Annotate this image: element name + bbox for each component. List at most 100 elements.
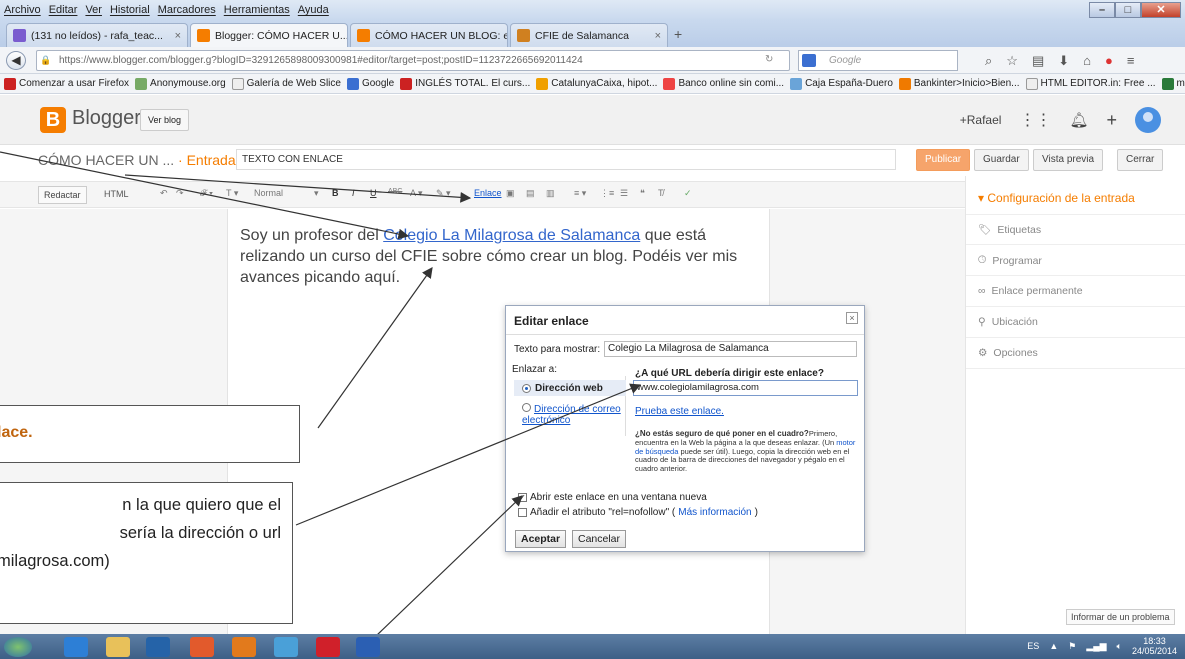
- bookmark-item[interactable]: Caja España-Duero: [790, 77, 896, 90]
- menu-ayuda[interactable]: Ayuda: [298, 4, 329, 16]
- redo-icon[interactable]: ↷: [176, 188, 184, 199]
- image-icon[interactable]: ▣: [506, 188, 515, 199]
- format-select[interactable]: Normal: [254, 188, 283, 198]
- reload-icon[interactable]: ↻: [765, 54, 773, 65]
- addon-icon[interactable]: ●: [1105, 53, 1113, 69]
- menu-icon[interactable]: ≡: [1127, 53, 1135, 69]
- volume-icon[interactable]: 🔈︎: [1117, 641, 1122, 652]
- sidebar-item-labels[interactable]: 🏷︎ Etiquetas: [978, 223, 1041, 237]
- text-color-icon[interactable]: A ▾: [410, 188, 423, 199]
- nofollow-checkbox[interactable]: Añadir el atributo "rel=nofollow" (Más i…: [518, 507, 758, 518]
- tab-blogger-editor[interactable]: Blogger: CÓMO HACER U... ×: [190, 23, 348, 47]
- close-editor-button[interactable]: Cerrar: [1117, 149, 1164, 171]
- tab-mail[interactable]: (131 no leídos) - rafa_teac... ×: [6, 23, 188, 47]
- chevron-down-icon[interactable]: ▾: [314, 188, 319, 199]
- menu-marcadores[interactable]: Marcadores: [158, 4, 216, 16]
- more-info-link[interactable]: Más información: [678, 507, 751, 518]
- html-tab[interactable]: HTML: [104, 189, 129, 199]
- blog-title[interactable]: CÓMO HACER UN ...: [38, 152, 174, 168]
- menu-herramientas[interactable]: Herramientas: [224, 4, 290, 16]
- quote-icon[interactable]: ❝: [640, 188, 645, 199]
- underline-icon[interactable]: U: [370, 188, 377, 198]
- sidebar-item-permalink[interactable]: ∞ Enlace permanente: [978, 285, 1083, 297]
- sidebar-item-options[interactable]: ⚙ Opciones: [978, 347, 1038, 359]
- search-input[interactable]: Google: [798, 50, 958, 71]
- sidebar-item-location[interactable]: ⚲ Ubicación: [978, 316, 1038, 328]
- numbered-list-icon[interactable]: ⋮≡: [600, 188, 614, 199]
- highlight-icon[interactable]: ✎ ▾: [436, 188, 451, 199]
- file-explorer-icon[interactable]: [106, 637, 130, 657]
- search-icon[interactable]: ⌕: [985, 53, 992, 69]
- compose-tab[interactable]: Redactar: [38, 186, 87, 204]
- radio-icon[interactable]: [522, 403, 531, 412]
- new-tab-button[interactable]: +: [674, 26, 682, 42]
- post-title-input[interactable]: TEXTO CON ENLACE: [236, 149, 896, 170]
- menu-historial[interactable]: Historial: [110, 4, 150, 16]
- url-input[interactable]: www.colegiolamilagrosa.com: [633, 380, 858, 396]
- post-body-text[interactable]: Soy un profesor del Colegio La Milagrosa…: [240, 225, 760, 288]
- sidebar-heading[interactable]: ▾ Configuración de la entrada: [978, 191, 1135, 205]
- tab-cfie[interactable]: CFIE de Salamanca ×: [510, 23, 668, 47]
- preview-button[interactable]: Vista previa: [1033, 149, 1104, 171]
- close-tab-icon[interactable]: ×: [175, 30, 181, 42]
- align-icon[interactable]: ≡ ▾: [574, 188, 586, 199]
- clock[interactable]: 18:33 24/05/2014: [1132, 636, 1177, 656]
- blogger-logo-icon[interactable]: B: [40, 107, 66, 133]
- bookmark-item[interactable]: Banco online sin comi...: [663, 77, 787, 90]
- tray-arrow-icon[interactable]: ▲: [1049, 641, 1058, 651]
- bullet-list-icon[interactable]: ☰: [620, 188, 628, 199]
- bookmark-item[interactable]: Galería de Web Slice: [231, 77, 344, 90]
- view-blog-button[interactable]: Ver blog: [140, 109, 190, 131]
- notifications-bell-icon[interactable]: 🔔︎: [1069, 111, 1088, 129]
- avatar[interactable]: [1135, 107, 1161, 133]
- bookmark-star-icon[interactable]: ☆: [1006, 53, 1018, 69]
- maximize-button[interactable]: □: [1115, 2, 1141, 18]
- body-link[interactable]: Colegio La Milagrosa de Salamanca: [383, 227, 640, 244]
- user-link[interactable]: +Rafael: [960, 113, 1002, 127]
- blogger-name[interactable]: Blogger: [72, 107, 141, 130]
- menu-archivo[interactable]: Archivo: [4, 4, 41, 16]
- menu-ver[interactable]: Ver: [85, 4, 102, 16]
- internet-explorer-icon[interactable]: [64, 637, 88, 657]
- search-engine-icon[interactable]: [802, 54, 816, 67]
- flag-icon[interactable]: ⚑: [1068, 641, 1076, 652]
- bookmark-item[interactable]: Anonymouse.org: [135, 77, 229, 90]
- word-icon[interactable]: [356, 637, 380, 657]
- network-icon[interactable]: ▂▄▆: [1086, 641, 1106, 652]
- strikethrough-icon[interactable]: ABC: [388, 188, 402, 195]
- link-button[interactable]: Enlace: [474, 188, 502, 198]
- media-player-icon[interactable]: [146, 637, 170, 657]
- accept-button[interactable]: Aceptar: [515, 530, 567, 548]
- bookmark-item[interactable]: Bankinter>Inicio>Bien...: [898, 77, 1023, 90]
- save-button[interactable]: Guardar: [974, 149, 1029, 171]
- font-family-icon[interactable]: 𝓕 ▾: [200, 188, 213, 199]
- checkbox-icon[interactable]: [518, 508, 527, 517]
- download-icon[interactable]: ⬇: [1058, 53, 1069, 69]
- menu-editar[interactable]: Editar: [49, 4, 78, 16]
- new-window-checkbox[interactable]: ✓ Abrir este enlace en una ventana nueva: [518, 492, 707, 503]
- undo-icon[interactable]: ↶: [160, 188, 168, 199]
- app-icon[interactable]: [274, 637, 298, 657]
- bookmark-item[interactable]: HTML EDITOR.in: Free ...: [1025, 77, 1159, 90]
- chrome-icon[interactable]: [190, 637, 214, 657]
- acrobat-icon[interactable]: [316, 637, 340, 657]
- radio-selected-icon[interactable]: [522, 383, 531, 393]
- minimize-button[interactable]: –: [1089, 2, 1115, 18]
- video-icon[interactable]: ▤: [526, 188, 535, 199]
- web-address-option[interactable]: Dirección web: [514, 380, 626, 396]
- bookmark-item[interactable]: CatalunyaCaixa, hipot...: [536, 77, 660, 90]
- cancel-button[interactable]: Cancelar: [572, 530, 627, 548]
- home-icon[interactable]: ⌂: [1083, 53, 1091, 69]
- publish-button[interactable]: Publicar: [916, 149, 971, 171]
- bookmarks-list-icon[interactable]: ▤: [1032, 53, 1044, 69]
- sidebar-item-schedule[interactable]: 🕓︎ Programar: [978, 254, 1042, 267]
- close-tab-icon[interactable]: ×: [655, 30, 661, 42]
- bold-icon[interactable]: B: [332, 188, 339, 198]
- test-link[interactable]: Prueba este enlace.: [635, 406, 724, 417]
- url-bar[interactable]: https://www.blogger.com/blogger.g?blogID…: [36, 50, 790, 71]
- font-size-icon[interactable]: T ▾: [226, 188, 238, 199]
- start-button-icon[interactable]: [4, 637, 32, 657]
- bookmark-item[interactable]: Google: [346, 77, 397, 90]
- share-plus-icon[interactable]: +: [1106, 110, 1117, 131]
- checkbox-checked-icon[interactable]: ✓: [518, 493, 527, 502]
